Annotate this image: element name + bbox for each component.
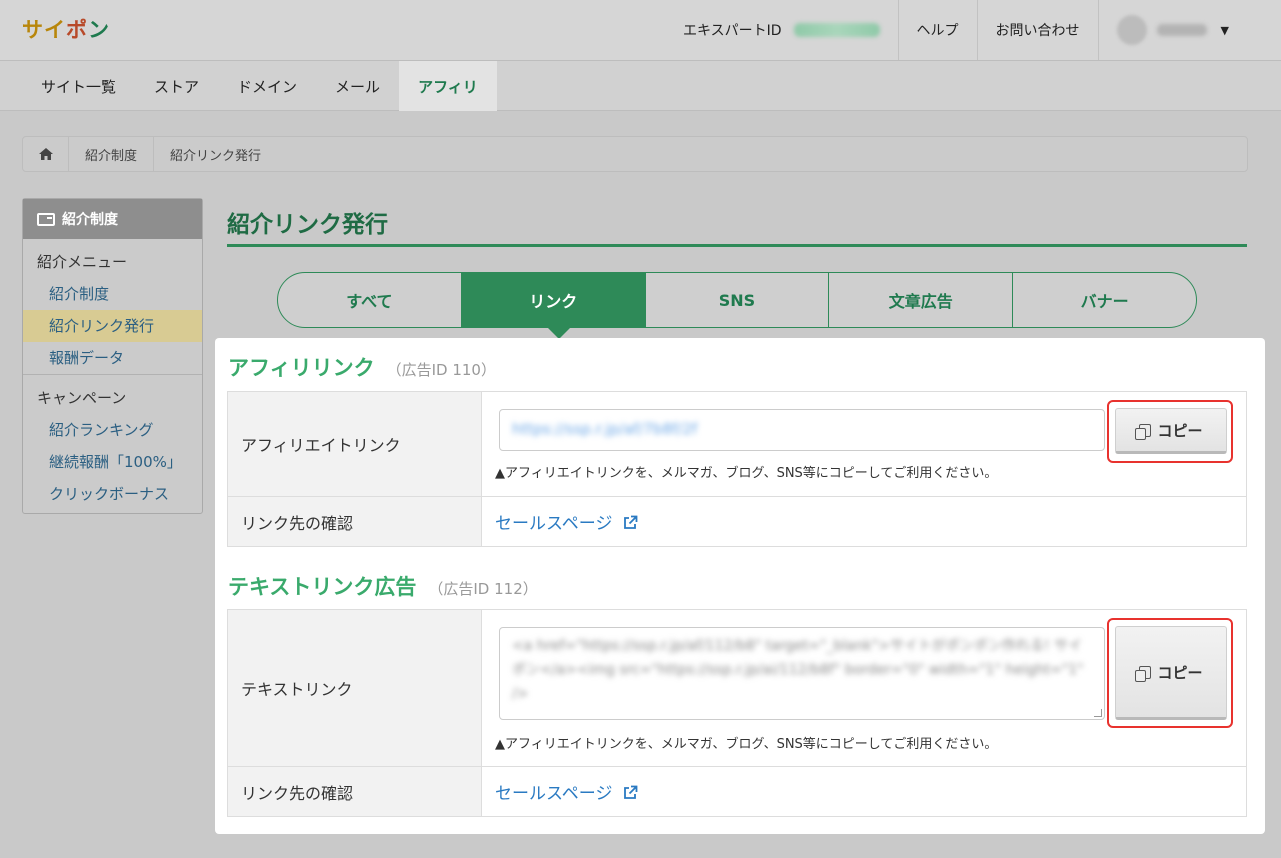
sidebar-header: 紹介制度: [23, 199, 202, 239]
sales-page-link-label: セールスページ: [495, 784, 613, 804]
sidebar-item-link-issue[interactable]: 紹介リンク発行: [23, 310, 202, 342]
main-nav: サイト一覧 ストア ドメイン メール アフィリ: [0, 61, 1281, 111]
copy-button-label: コピー: [1157, 663, 1203, 682]
logo-part-1: サイ: [22, 18, 66, 42]
copy-icon: [1135, 665, 1152, 682]
tab-sns[interactable]: SNS: [646, 273, 830, 327]
page-title: 紹介リンク発行: [227, 205, 1247, 247]
expert-id: エキスパートID: [665, 0, 898, 60]
table-row: リンク先の確認 セールスページ: [228, 766, 1246, 816]
affiliate-link-value: https://ssp.r.jp/af/7b8f/2f: [512, 420, 698, 438]
text-link-textarea[interactable]: <a href="https://ssp.r.jp/af/112/b8" tar…: [499, 627, 1105, 720]
nav-tab-mail[interactable]: メール: [316, 61, 399, 111]
sidebar-item-ranking[interactable]: 紹介ランキング: [23, 414, 202, 446]
tab-all[interactable]: すべて: [278, 273, 462, 327]
copy-button[interactable]: コピー: [1115, 626, 1227, 720]
row-label: アフィリエイトリンク: [228, 392, 482, 496]
row-value: https://ssp.r.jp/af/7b8f/2f コピー ▲アフィリエイト…: [482, 392, 1246, 496]
row-value: <a href="https://ssp.r.jp/af/112/b8" tar…: [482, 610, 1246, 766]
breadcrumb: 紹介制度 紹介リンク発行: [22, 136, 1248, 172]
sidebar-item-click-bonus[interactable]: クリックボーナス: [23, 478, 202, 510]
expert-id-label: エキスパートID: [683, 23, 782, 39]
table-row: テキストリンク <a href="https://ssp.r.jp/af/112…: [228, 610, 1246, 766]
copy-button-label: コピー: [1157, 421, 1203, 440]
nav-tab-store[interactable]: ストア: [135, 61, 218, 111]
logo-part-3: ン: [88, 18, 110, 42]
row-label: リンク先の確認: [228, 497, 482, 546]
row-value: セールスページ: [482, 767, 1246, 816]
row-label: テキストリンク: [228, 610, 482, 766]
sidebar-item-continuous-reward[interactable]: 継続報酬「100%」: [23, 446, 202, 478]
copy-icon: [1135, 423, 1152, 440]
sidebar-group-campaign: キャンペーン 紹介ランキング 継続報酬「100%」 クリックボーナス: [23, 374, 202, 510]
top-header: サイポン エキスパートID ヘルプ お問い合わせ ▼: [0, 0, 1281, 61]
nav-tab-domain[interactable]: ドメイン: [218, 61, 316, 111]
top-nav: エキスパートID ヘルプ お問い合わせ ▼: [665, 0, 1247, 60]
section-title-text: アフィリリンク: [228, 356, 375, 380]
sidebar-group-title: 紹介メニュー: [37, 253, 128, 271]
external-link-icon: [622, 785, 638, 799]
copy-button-highlight: コピー: [1107, 400, 1233, 463]
external-link-icon: [622, 515, 638, 529]
text-link-table: テキストリンク <a href="https://ssp.r.jp/af/112…: [227, 609, 1247, 817]
caret-down-icon: ▼: [1220, 23, 1229, 37]
sidebar-header-label: 紹介制度: [62, 212, 118, 228]
expert-id-value-redacted: [793, 23, 880, 37]
table-row: リンク先の確認 セールスページ: [228, 496, 1246, 546]
ad-id: （広告ID 112）: [428, 580, 538, 598]
user-menu[interactable]: ▼: [1097, 0, 1247, 60]
sidebar-group-menu: 紹介メニュー 紹介制度 紹介リンク発行 報酬データ: [23, 239, 202, 374]
section-title-text: テキストリンク広告: [228, 575, 417, 599]
affiliate-link-table: アフィリエイトリンク https://ssp.r.jp/af/7b8f/2f コ…: [227, 391, 1247, 547]
tab-link[interactable]: リンク: [461, 273, 646, 327]
row-value: セールスページ: [482, 497, 1246, 546]
avatar: [1116, 15, 1147, 45]
sales-page-link[interactable]: セールスページ: [495, 779, 638, 804]
logo[interactable]: サイポン: [22, 14, 110, 44]
tab-banner[interactable]: バナー: [1013, 273, 1196, 327]
id-card-icon: [37, 212, 55, 226]
table-row: アフィリエイトリンク https://ssp.r.jp/af/7b8f/2f コ…: [228, 392, 1246, 496]
breadcrumb-item-current: 紹介リンク発行: [170, 148, 262, 164]
usage-note: ▲アフィリエイトリンクを、メルマガ、ブログ、SNS等にコピーしてご利用ください。: [495, 466, 998, 481]
section-title-text-link-ad: テキストリンク広告 （広告ID 112）: [228, 571, 538, 601]
contact-link[interactable]: お問い合わせ: [976, 0, 1098, 60]
nav-tab-affiliate[interactable]: アフィリ: [399, 61, 497, 111]
help-link[interactable]: ヘルプ: [897, 0, 977, 60]
text-link-value: <a href="https://ssp.r.jp/af/112/b8" tar…: [512, 638, 1084, 702]
sidebar: 紹介制度 紹介メニュー 紹介制度 紹介リンク発行 報酬データ キャンペーン 紹介…: [22, 198, 203, 514]
resize-handle[interactable]: [1094, 709, 1102, 717]
section-title-affiliate-link: アフィリリンク （広告ID 110）: [228, 352, 496, 382]
sidebar-group-title: キャンペーン: [37, 389, 127, 407]
sidebar-item-program[interactable]: 紹介制度: [23, 278, 202, 310]
copy-button[interactable]: コピー: [1115, 408, 1227, 454]
home-icon[interactable]: [23, 137, 69, 171]
nav-tab-sites[interactable]: サイト一覧: [22, 61, 135, 111]
sidebar-item-reward-data[interactable]: 報酬データ: [23, 342, 202, 374]
sales-page-link-label: セールスページ: [495, 514, 613, 534]
segment-tabs: すべて リンク SNS 文章広告 バナー: [277, 272, 1197, 328]
sales-page-link[interactable]: セールスページ: [495, 509, 638, 534]
ad-id: （広告ID 110）: [386, 361, 496, 379]
logo-part-2: ポ: [66, 18, 88, 42]
user-name-redacted: [1156, 24, 1207, 36]
usage-note: ▲アフィリエイトリンクを、メルマガ、ブログ、SNS等にコピーしてご利用ください。: [495, 737, 998, 752]
breadcrumb-item-program[interactable]: 紹介制度: [69, 137, 155, 171]
link-panel: アフィリリンク （広告ID 110） アフィリエイトリンク https://ssp…: [215, 338, 1265, 834]
copy-button-highlight: コピー: [1107, 618, 1233, 728]
tab-text-ad[interactable]: 文章広告: [829, 273, 1014, 327]
affiliate-link-field[interactable]: https://ssp.r.jp/af/7b8f/2f: [499, 409, 1105, 451]
row-label: リンク先の確認: [228, 767, 482, 816]
